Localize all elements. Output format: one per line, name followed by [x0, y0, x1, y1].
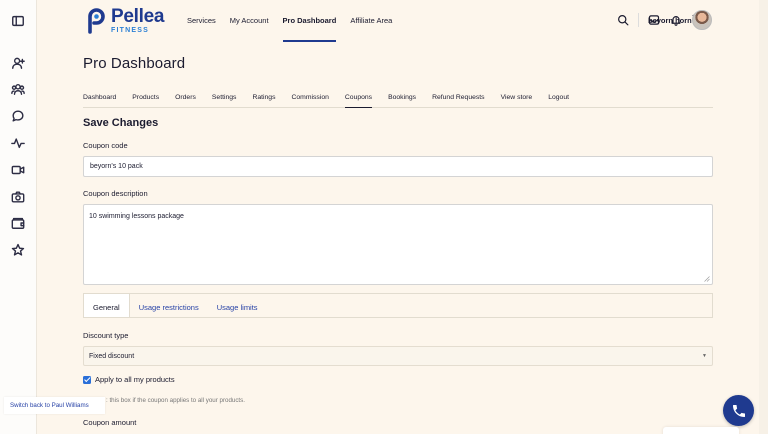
subnav-commission[interactable]: Commission [291, 87, 328, 108]
subnav-dashboard[interactable]: Dashboard [83, 87, 116, 108]
video-icon[interactable] [11, 163, 25, 177]
star-icon[interactable] [11, 243, 25, 257]
coupon-description-textarea[interactable]: 10 swimming lessons package [83, 204, 713, 285]
tab-usage-restrictions[interactable]: Usage restrictions [130, 294, 208, 317]
wallet-icon[interactable] [11, 216, 25, 230]
discount-type-select[interactable]: Fixed discount ▼ [83, 346, 713, 366]
top-header: Pellea FITNESS Services My Account Pro D… [37, 0, 759, 42]
coupon-code-label: Coupon code [83, 141, 128, 150]
page-title: Pro Dashboard [83, 55, 186, 72]
chat-widget-card[interactable] [663, 427, 739, 434]
pellea-logo-icon [88, 7, 105, 34]
tab-general[interactable]: General [84, 294, 130, 317]
search-icon[interactable] [616, 13, 630, 27]
switch-back-link[interactable]: Switch back to Paul Williams [4, 397, 105, 414]
header-divider [638, 13, 639, 27]
subnav-settings[interactable]: Settings [212, 87, 237, 108]
tab-usage-limits[interactable]: Usage limits [208, 294, 267, 317]
brand-tagline: FITNESS [111, 27, 149, 34]
subnav-view-store[interactable]: View store [501, 87, 533, 108]
scrollbar[interactable] [759, 0, 768, 434]
nav-pro-dashboard[interactable]: Pro Dashboard [282, 0, 337, 42]
coupon-code-input[interactable]: beyorn's 10 pack [83, 156, 713, 177]
user-plus-icon[interactable] [11, 56, 25, 70]
call-button[interactable] [723, 395, 754, 426]
subnav-bookings[interactable]: Bookings [388, 87, 416, 108]
main-content: Pro Dashboard Dashboard Products Orders … [83, 42, 713, 427]
nav-affiliate-area[interactable]: Affiliate Area [350, 0, 392, 42]
resize-grip-icon[interactable] [704, 276, 710, 282]
brand-logo[interactable]: Pellea FITNESS [84, 7, 164, 34]
subnav-coupons[interactable]: Coupons [344, 87, 373, 108]
chevron-down-icon: ▼ [702, 353, 707, 359]
subnav-orders[interactable]: Orders [175, 87, 196, 108]
dashboard-nav: Dashboard Products Orders Settings Ratin… [83, 87, 713, 108]
coupon-description-value: 10 swimming lessons package [89, 213, 184, 220]
brand-name: Pellea [111, 6, 165, 27]
coupon-description-label: Coupon description [83, 189, 148, 198]
activity-icon[interactable] [11, 136, 25, 150]
subnav-logout[interactable]: Logout [548, 87, 569, 108]
coupon-amount-label: Coupon amount [83, 418, 137, 427]
nav-my-account[interactable]: My Account [230, 0, 269, 42]
phone-icon [732, 404, 745, 417]
main-nav: Services My Account Pro Dashboard Affili… [187, 0, 406, 42]
users-icon[interactable] [11, 82, 25, 96]
apply-all-label: Apply to all my products [95, 375, 175, 384]
nav-services[interactable]: Services [187, 0, 216, 42]
apply-all-checkbox[interactable] [83, 375, 91, 384]
section-title: Save Changes [83, 117, 159, 129]
apply-all-help: : this box if the coupon applies to all … [106, 397, 245, 404]
discount-type-label: Discount type [83, 331, 129, 340]
avatar[interactable] [692, 10, 712, 30]
left-rail [0, 0, 37, 434]
chat-icon[interactable] [11, 109, 25, 123]
apply-all-row: Apply to all my products [83, 375, 713, 384]
subnav-products[interactable]: Products [132, 87, 159, 108]
user-name[interactable]: beyorn horn [648, 16, 692, 25]
subnav-refund-requests[interactable]: Refund Requests [432, 87, 485, 108]
coupon-tabs: General Usage restrictions Usage limits [83, 293, 713, 318]
camera-icon[interactable] [11, 190, 25, 204]
discount-type-value: Fixed discount [89, 353, 135, 360]
sidebar-toggle-icon[interactable] [11, 14, 25, 28]
subnav-ratings[interactable]: Ratings [252, 87, 275, 108]
